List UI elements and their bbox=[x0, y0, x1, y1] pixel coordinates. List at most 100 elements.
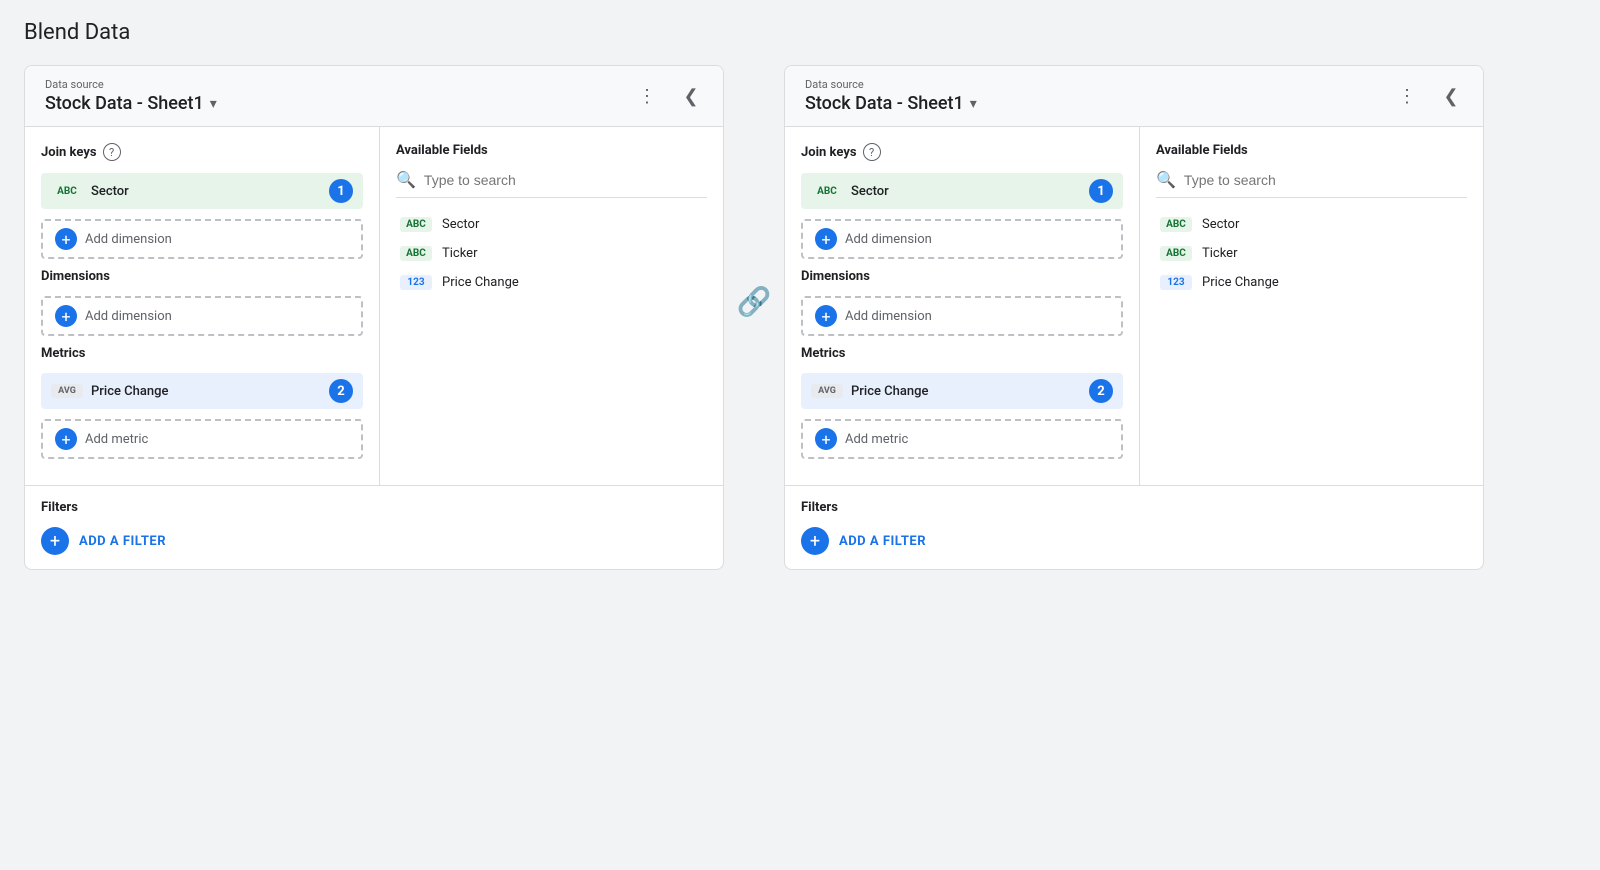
join-key-row-1: ABC Sector 1 bbox=[41, 173, 363, 209]
source-name-text-2: Stock Data - Sheet1 bbox=[805, 93, 964, 114]
add-dimension-icon-1: + bbox=[55, 305, 77, 327]
add-join-dimension-label-1: Add dimension bbox=[85, 232, 172, 247]
add-join-dimension-1[interactable]: + Add dimension bbox=[41, 219, 363, 259]
search-icon-2: 🔍 bbox=[1156, 170, 1176, 189]
available-field-ticker-1[interactable]: ABC Ticker bbox=[396, 239, 707, 268]
panel-header-right-2: ⋮ ❮ bbox=[1391, 80, 1467, 112]
page-title: Blend Data bbox=[24, 20, 1576, 45]
field-name-ticker-1: Ticker bbox=[442, 246, 477, 261]
panel-header-left-2: Data source Stock Data - Sheet1 ▾ bbox=[805, 78, 977, 114]
link-icon: 🔗 bbox=[737, 285, 772, 318]
available-field-sector-2[interactable]: ABC Sector bbox=[1156, 210, 1467, 239]
filters-label-2: Filters bbox=[801, 500, 838, 515]
add-metric-1[interactable]: + Add metric bbox=[41, 419, 363, 459]
search-box-2: 🔍 bbox=[1156, 170, 1467, 198]
data-source-label-2: Data source bbox=[805, 78, 977, 91]
available-field-ticker-2[interactable]: ABC Ticker bbox=[1156, 239, 1467, 268]
add-metric-2[interactable]: + Add metric bbox=[801, 419, 1123, 459]
add-filter-label-1: ADD A FILTER bbox=[79, 534, 166, 549]
available-fields-label-1: Available Fields bbox=[396, 143, 488, 158]
add-filter-row-1[interactable]: + ADD A FILTER bbox=[41, 527, 707, 555]
field-type-abc-ticker-1: ABC bbox=[400, 246, 432, 261]
more-options-button-1[interactable]: ⋮ bbox=[631, 80, 663, 112]
join-keys-help-icon-1[interactable]: ? bbox=[103, 143, 121, 161]
add-dimension-icon-2: + bbox=[815, 305, 837, 327]
panel-header-left-1: Data source Stock Data - Sheet1 ▾ bbox=[45, 78, 217, 114]
add-dimension-1[interactable]: + Add dimension bbox=[41, 296, 363, 336]
field-type-abc-sector-1: ABC bbox=[400, 217, 432, 232]
add-join-dimension-icon-2: + bbox=[815, 228, 837, 250]
metric-field-name-1: Price Change bbox=[91, 384, 321, 399]
add-dimension-2[interactable]: + Add dimension bbox=[801, 296, 1123, 336]
search-box-1: 🔍 bbox=[396, 170, 707, 198]
metrics-label-1: Metrics bbox=[41, 346, 85, 361]
add-dimension-label-1: Add dimension bbox=[85, 309, 172, 324]
join-keys-title-2: Join keys ? bbox=[801, 143, 1123, 161]
field-type-num-price-2: 123 bbox=[1160, 275, 1192, 290]
link-icon-container: 🔗 bbox=[724, 65, 784, 318]
dimensions-title-1: Dimensions bbox=[41, 269, 363, 284]
add-join-dimension-2[interactable]: + Add dimension bbox=[801, 219, 1123, 259]
collapse-button-1[interactable]: ❮ bbox=[675, 80, 707, 112]
join-key-type-badge-2: ABC bbox=[811, 184, 843, 199]
available-field-price-change-2[interactable]: 123 Price Change bbox=[1156, 268, 1467, 297]
panel-header-1: Data source Stock Data - Sheet1 ▾ ⋮ ❮ bbox=[25, 66, 723, 127]
field-name-sector-1: Sector bbox=[442, 217, 479, 232]
filters-title-1: Filters bbox=[41, 500, 707, 515]
metric-type-badge-2: AVG bbox=[811, 384, 843, 398]
available-field-sector-1[interactable]: ABC Sector bbox=[396, 210, 707, 239]
add-filter-icon-2: + bbox=[801, 527, 829, 555]
panel-body-1: Join keys ? ABC Sector 1 + Add dimension… bbox=[25, 127, 723, 485]
join-keys-label-2: Join keys bbox=[801, 145, 857, 160]
field-name-ticker-2: Ticker bbox=[1202, 246, 1237, 261]
join-keys-label-1: Join keys bbox=[41, 145, 97, 160]
search-input-2[interactable] bbox=[1184, 172, 1467, 188]
available-field-price-change-1[interactable]: 123 Price Change bbox=[396, 268, 707, 297]
source-name-dropdown-1[interactable]: Stock Data - Sheet1 ▾ bbox=[45, 93, 217, 114]
field-type-abc-sector-2: ABC bbox=[1160, 217, 1192, 232]
right-section-2: Available Fields 🔍 ABC Sector ABC Ticker… bbox=[1140, 127, 1483, 485]
source-name-dropdown-2[interactable]: Stock Data - Sheet1 ▾ bbox=[805, 93, 977, 114]
field-type-abc-ticker-2: ABC bbox=[1160, 246, 1192, 261]
dimensions-label-2: Dimensions bbox=[801, 269, 870, 284]
available-fields-title-1: Available Fields bbox=[396, 143, 707, 158]
add-filter-icon-1: + bbox=[41, 527, 69, 555]
panel-header-right-1: ⋮ ❮ bbox=[631, 80, 707, 112]
filters-title-2: Filters bbox=[801, 500, 1467, 515]
data-source-label-1: Data source bbox=[45, 78, 217, 91]
add-filter-label-2: ADD A FILTER bbox=[839, 534, 926, 549]
metric-number-badge-1: 2 bbox=[329, 379, 353, 403]
add-metric-label-2: Add metric bbox=[845, 432, 908, 447]
metrics-label-2: Metrics bbox=[801, 346, 845, 361]
left-section-1: Join keys ? ABC Sector 1 + Add dimension… bbox=[25, 127, 380, 485]
available-fields-label-2: Available Fields bbox=[1156, 143, 1248, 158]
available-fields-title-2: Available Fields bbox=[1156, 143, 1467, 158]
metric-row-2: AVG Price Change 2 bbox=[801, 373, 1123, 409]
add-join-dimension-icon-1: + bbox=[55, 228, 77, 250]
left-section-2: Join keys ? ABC Sector 1 + Add dimension… bbox=[785, 127, 1140, 485]
join-key-field-name-1: Sector bbox=[91, 184, 321, 199]
metric-field-name-2: Price Change bbox=[851, 384, 1081, 399]
metric-number-badge-2: 2 bbox=[1089, 379, 1113, 403]
add-filter-row-2[interactable]: + ADD A FILTER bbox=[801, 527, 1467, 555]
add-metric-icon-1: + bbox=[55, 428, 77, 450]
filters-label-1: Filters bbox=[41, 500, 78, 515]
join-keys-help-icon-2[interactable]: ? bbox=[863, 143, 881, 161]
join-key-number-badge-1: 1 bbox=[329, 179, 353, 203]
panel-body-2: Join keys ? ABC Sector 1 + Add dimension… bbox=[785, 127, 1483, 485]
add-metric-label-1: Add metric bbox=[85, 432, 148, 447]
field-name-sector-2: Sector bbox=[1202, 217, 1239, 232]
metrics-title-1: Metrics bbox=[41, 346, 363, 361]
more-options-button-2[interactable]: ⋮ bbox=[1391, 80, 1423, 112]
metric-type-badge-1: AVG bbox=[51, 384, 83, 398]
search-input-1[interactable] bbox=[424, 172, 707, 188]
add-metric-icon-2: + bbox=[815, 428, 837, 450]
add-dimension-label-2: Add dimension bbox=[845, 309, 932, 324]
field-name-price-change-1: Price Change bbox=[442, 275, 519, 290]
field-name-price-change-2: Price Change bbox=[1202, 275, 1279, 290]
collapse-button-2[interactable]: ❮ bbox=[1435, 80, 1467, 112]
panel-header-2: Data source Stock Data - Sheet1 ▾ ⋮ ❮ bbox=[785, 66, 1483, 127]
add-join-dimension-label-2: Add dimension bbox=[845, 232, 932, 247]
dimensions-title-2: Dimensions bbox=[801, 269, 1123, 284]
metrics-title-2: Metrics bbox=[801, 346, 1123, 361]
